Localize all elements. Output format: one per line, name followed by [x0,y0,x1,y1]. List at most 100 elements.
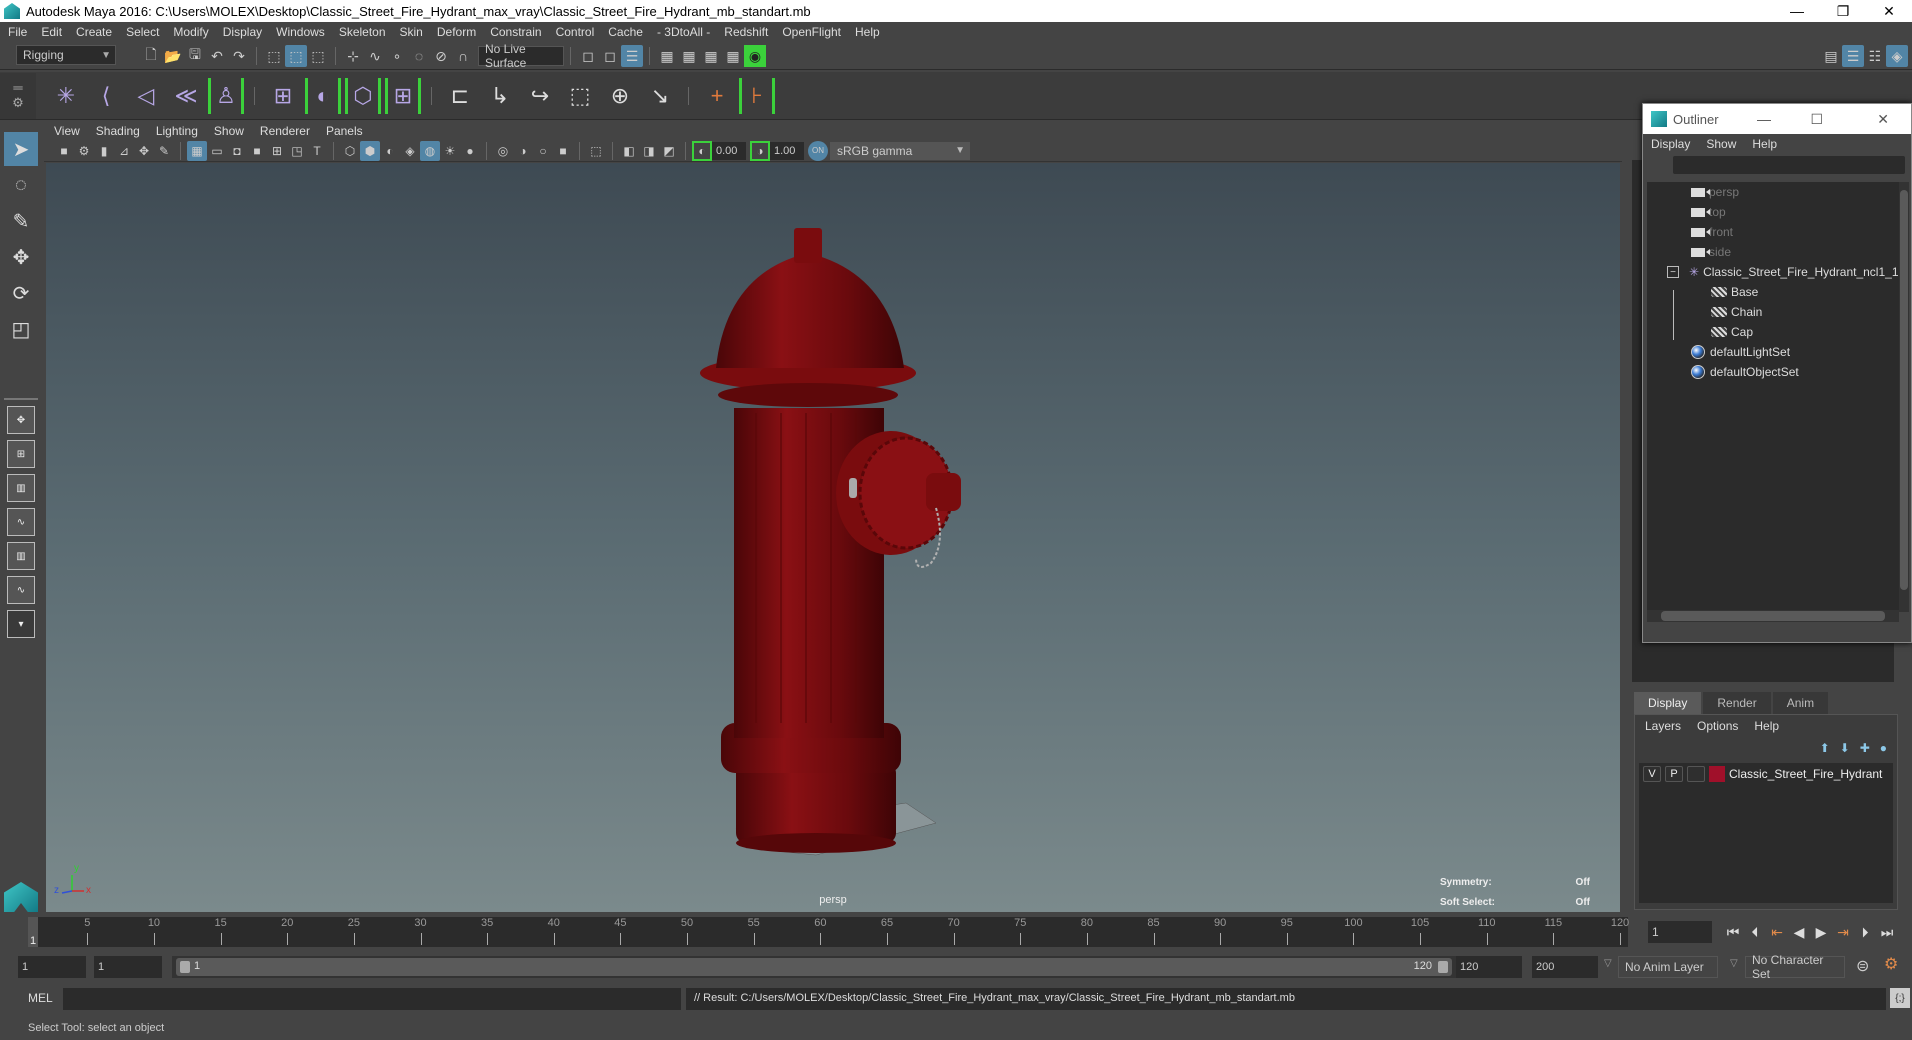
select-tool-icon[interactable]: ➤ [4,132,38,166]
menu-modify[interactable]: Modify [173,25,208,39]
script-editor-icon[interactable]: {;} [1890,988,1910,1008]
exposure-field[interactable]: 0.00 [712,141,746,160]
cluster-icon[interactable]: ⊞ [385,77,421,114]
close-button[interactable]: ✕ [1866,0,1912,22]
scale-constraint-icon[interactable]: ⬚ [562,78,598,114]
menu-control[interactable]: Control [556,25,595,39]
joint-tool-icon[interactable]: ✳ [48,78,84,114]
construction-history-icon[interactable]: ☰ [621,45,643,67]
hypershade-icon[interactable]: ◉ [744,45,766,67]
range-end-handle[interactable] [1438,961,1448,973]
layer-menu-layers[interactable]: Layers [1645,719,1681,733]
wireframe-on-shaded-icon[interactable]: ◈ [400,141,420,161]
film-gate-icon[interactable]: ▭ [207,141,227,161]
anti-aliasing-icon[interactable]: ○ [533,141,553,161]
layer-playback-toggle[interactable]: P [1665,766,1683,782]
step-back-frame-icon[interactable]: ⇤ [1766,921,1788,943]
layer-display-type-toggle[interactable] [1687,766,1705,782]
outliner-item-front[interactable]: front [1647,222,1899,242]
xray-icon[interactable]: ◧ [619,141,639,161]
attribute-editor-icon[interactable]: ☰ [1842,45,1864,67]
smooth-bind-icon[interactable]: ◐ [305,77,341,114]
character-set-dropdown[interactable]: No Character Set [1745,953,1845,981]
playback-start-field[interactable]: 1 [94,956,162,978]
outliner-menu-display[interactable]: Display [1651,137,1690,151]
chevron-down-icon[interactable]: ▽ [1604,958,1612,969]
restore-button[interactable]: ❐ [1820,0,1866,22]
vp-menu-view[interactable]: View [54,124,80,138]
command-language-label[interactable]: MEL [28,991,53,1005]
anim-preferences-icon[interactable]: ⚙ [1884,954,1898,974]
close-button[interactable]: ✕ [1877,111,1889,128]
redo-icon[interactable]: ↷ [228,45,250,67]
grease-pencil-icon[interactable]: ✎ [154,141,174,161]
outliner-item-defaultlightset[interactable]: defaultLightSet [1647,342,1899,362]
chevron-down-icon[interactable]: ▽ [1730,958,1738,969]
menu-file[interactable]: File [8,25,27,39]
collapse-toggle-icon[interactable]: − [1667,266,1679,278]
safe-action-icon[interactable]: ◳ [287,141,307,161]
step-forward-key-icon[interactable]: ⏵ [1854,921,1876,943]
lasso-tool-icon[interactable]: ◌ [4,168,38,202]
camera-attributes-icon[interactable]: ⚙ [74,141,94,161]
menu-windows[interactable]: Windows [276,25,325,39]
menu-display[interactable]: Display [223,25,262,39]
open-scene-icon[interactable]: 📂 [162,45,184,67]
new-layer-from-selected-icon[interactable]: ● [1880,741,1887,755]
shelf-tab-handle[interactable]: ═ ⚙ [0,72,36,119]
auto-key-icon[interactable]: ⊜ [1856,956,1869,976]
snap-magnet-icon[interactable]: ∩ [452,45,474,67]
vp-menu-shading[interactable]: Shading [96,124,140,138]
point-constraint-icon[interactable]: ↳ [482,78,518,114]
layer-menu-help[interactable]: Help [1754,719,1779,733]
humanik-icon[interactable]: ♙ [208,77,244,114]
parent-constraint-icon[interactable]: ⊏ [442,78,478,114]
new-scene-icon[interactable]: 🗋 [140,45,162,67]
outliner-item-side[interactable]: side [1647,242,1899,262]
snap-view-plane-icon[interactable]: ◌ [408,45,430,67]
gamma-field[interactable]: 1.00 [770,141,804,160]
isolate-select-icon[interactable]: ⬚ [586,141,606,161]
use-all-lights-icon[interactable]: ☀ [440,141,460,161]
ipr-render-icon[interactable]: ▦ [700,45,722,67]
wireframe-icon[interactable]: ⬡ [340,141,360,161]
graph-persp-layout-icon[interactable]: ∿ [7,508,35,536]
gamma-icon[interactable]: ◑ [750,140,770,161]
paint-weights-icon[interactable]: ⊞ [265,78,301,114]
snap-point-icon[interactable]: ∘ [386,45,408,67]
move-layer-up-icon[interactable]: ⬆ [1820,741,1830,755]
render-settings-icon[interactable]: ▦ [722,45,744,67]
outliner-item-defaultobjectset[interactable]: defaultObjectSet [1647,362,1899,382]
hydrant-model[interactable] [46,163,1620,912]
playback-end-field[interactable]: 120 [1456,956,1522,978]
pole-vector-icon[interactable]: ↘ [642,78,678,114]
range-start-handle[interactable] [180,961,190,973]
menu-skeleton[interactable]: Skeleton [339,25,386,39]
select-component-icon[interactable]: ⬚ [307,45,329,67]
locator-bracket-icon[interactable]: ⊦ [739,77,775,114]
textured-icon[interactable]: ◍ [420,140,440,161]
menu-deform[interactable]: Deform [437,25,476,39]
single-pane-layout-icon[interactable]: ✥ [7,406,35,434]
xray-joints-icon[interactable]: ◩ [659,141,679,161]
2d-pan-zoom-icon[interactable]: ✥ [134,141,154,161]
menu-3dtoall[interactable]: - 3DtoAll - [657,25,710,39]
animation-start-field[interactable]: 1 [18,956,86,978]
gear-icon[interactable]: ⚙ [12,95,24,111]
outliner-item-persp[interactable]: persp [1647,182,1899,202]
vp-menu-show[interactable]: Show [214,124,244,138]
tab-display[interactable]: Display [1634,692,1702,714]
vp-menu-panels[interactable]: Panels [326,124,363,138]
menu-help[interactable]: Help [855,25,880,39]
orient-constraint-icon[interactable]: ↪ [522,78,558,114]
layer-row[interactable]: V P Classic_Street_Fire_Hydrant [1639,763,1893,785]
move-tool-icon[interactable]: ✥ [4,240,38,274]
menuset-dropdown[interactable]: Rigging ▼ [16,45,116,65]
outliner-menu-help[interactable]: Help [1752,137,1777,151]
menu-skin[interactable]: Skin [400,25,423,39]
skin-bind-icon[interactable]: ≪ [168,78,204,114]
minimize-button[interactable]: — [1757,111,1771,127]
outliner-item-top[interactable]: top [1647,202,1899,222]
animation-end-field[interactable]: 200 [1532,956,1598,978]
outliner-item-cap[interactable]: Cap [1647,322,1899,342]
